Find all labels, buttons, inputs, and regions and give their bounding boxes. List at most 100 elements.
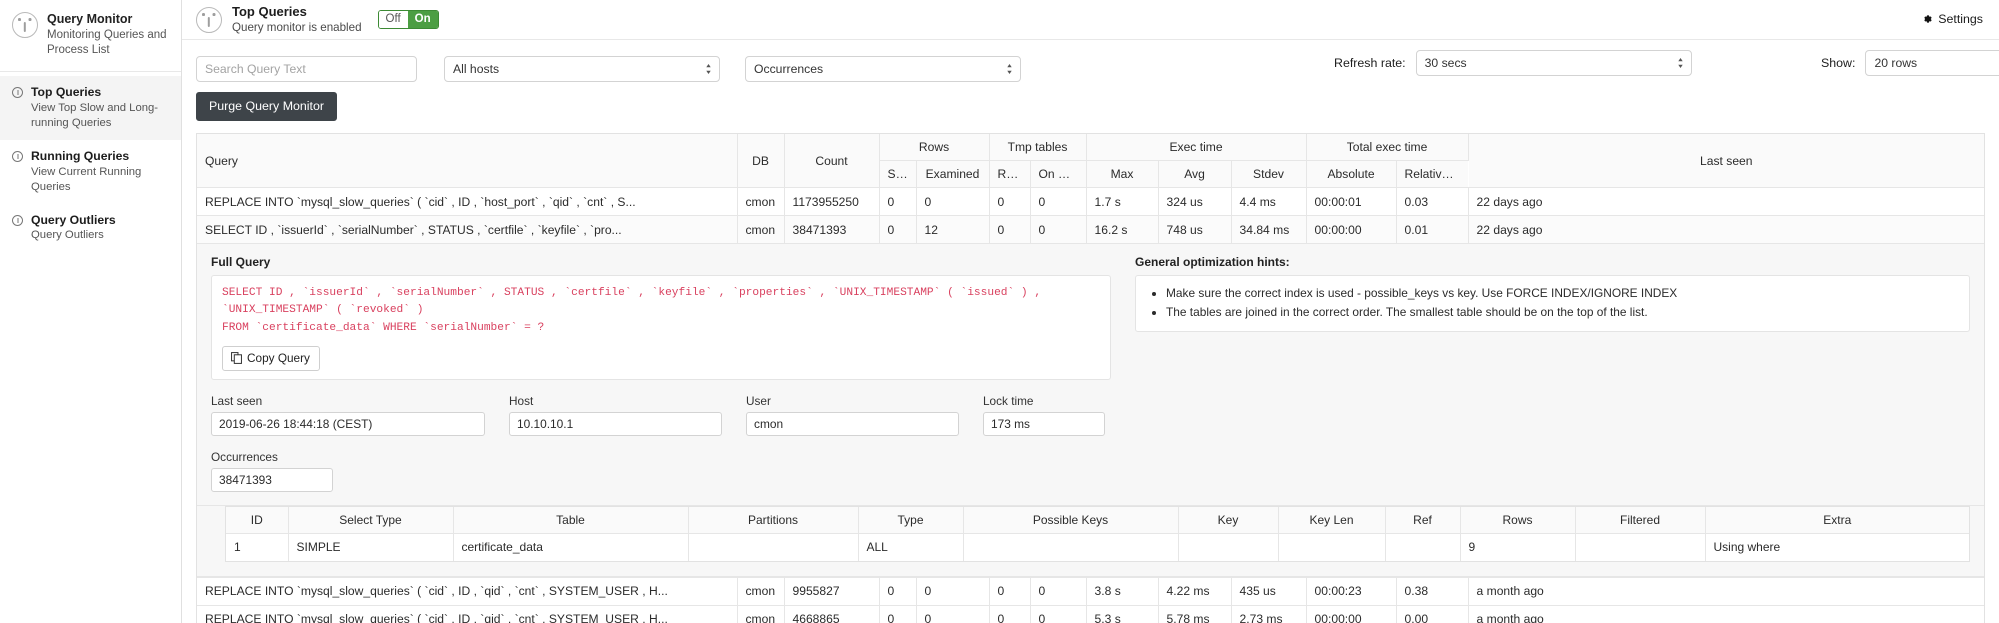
cell-on-disk: 0	[1030, 215, 1087, 244]
explain-col-filtered: Filtered	[1575, 507, 1706, 535]
lock-time-input[interactable]	[983, 412, 1105, 437]
host-filter-select[interactable]: All hosts	[444, 56, 720, 82]
col-tmp-on-disk[interactable]: On Disk	[1030, 160, 1087, 188]
copy-query-button[interactable]: Copy Query	[222, 346, 320, 372]
sort-by-select[interactable]: Occurrences	[745, 56, 1021, 82]
full-query-sql: SELECT ID , `issuerId` , `serialNumber` …	[222, 287, 1042, 334]
explain-cell-table: certificate_data	[453, 533, 689, 561]
table-row[interactable]: SELECT ID , `issuerId` , `serialNumber` …	[197, 215, 1984, 244]
explain-col-table: Table	[453, 507, 689, 535]
sidebar-item-query-outliers[interactable]: Query Outliers Query Outliers	[0, 204, 181, 253]
clock-icon	[12, 86, 23, 98]
query-table-wrapper: Query DB Count Rows Tmp tables Exec time…	[196, 133, 1985, 623]
cell-relative: 0.38	[1396, 577, 1469, 606]
col-query[interactable]: Query	[197, 134, 738, 188]
toggle-off-option[interactable]: Off	[378, 11, 408, 28]
explain-cell-extra: Using where	[1705, 533, 1969, 561]
field-last-seen-label: Last seen	[211, 394, 263, 409]
cell-ram: 0	[989, 187, 1031, 216]
col-rows-examined[interactable]: Examined	[916, 160, 990, 188]
cell-max: 1.7 s	[1086, 187, 1159, 216]
settings-button[interactable]: Settings	[1921, 12, 1983, 26]
cell-query: REPLACE INTO `mysql_slow_queries` ( `cid…	[197, 577, 738, 606]
field-lock-time-label: Lock time	[983, 394, 1034, 409]
explain-header-row: ID Select Type Table Partitions Type Pos…	[226, 507, 1969, 535]
full-query-box: SELECT ID , `issuerId` , `serialNumber` …	[211, 275, 1111, 381]
explain-col-possible-keys: Possible Keys	[963, 507, 1179, 535]
cell-last-seen: a month ago	[1468, 605, 1984, 623]
cell-count: 38471393	[784, 215, 880, 244]
table-row[interactable]: REPLACE INTO `mysql_slow_queries` ( `cid…	[197, 605, 1984, 623]
cell-absolute: 00:00:00	[1306, 215, 1397, 244]
field-occurrences-label: Occurrences	[211, 450, 278, 465]
col-total-relative[interactable]: Relative %	[1396, 160, 1469, 188]
explain-col-extra: Extra	[1705, 507, 1969, 535]
table-row[interactable]: REPLACE INTO `mysql_slow_queries` ( `cid…	[197, 577, 1984, 606]
sidebar: Query Monitor Monitoring Queries and Pro…	[0, 0, 182, 623]
explain-cell-possible-keys	[963, 533, 1179, 561]
col-rows-sent[interactable]: Sent	[879, 160, 917, 188]
explain-col-key: Key	[1178, 507, 1279, 535]
detail-fields-row: Last seen Host User	[211, 394, 1111, 437]
field-user: User	[746, 394, 959, 437]
host-filter-value: All hosts	[453, 62, 500, 76]
sidebar-header-title: Query Monitor	[47, 12, 133, 26]
cell-absolute: 00:00:01	[1306, 187, 1397, 216]
show-rows-label: Show:	[1821, 56, 1856, 70]
host-input[interactable]	[509, 412, 722, 437]
detail-row: Full Query SELECT ID , `issuerId` , `ser…	[197, 243, 1984, 578]
sidebar-item-running-queries[interactable]: Running Queries View Current Running Que…	[0, 140, 181, 204]
query-monitor-logo-icon	[12, 12, 38, 38]
cell-count: 1173955250	[784, 187, 880, 216]
cell-last-seen: 22 days ago	[1468, 187, 1984, 216]
toggle-on-option[interactable]: On	[407, 11, 438, 28]
optimization-hints-label: General optimization hints:	[1135, 255, 1290, 269]
cell-avg: 748 us	[1158, 215, 1232, 244]
refresh-rate-select[interactable]: 30 secs	[1415, 50, 1692, 76]
sort-by-value: Occurrences	[754, 62, 824, 76]
page-title: Top Queries	[232, 3, 307, 19]
sidebar-header-subtitle: Monitoring Queries and Process List	[47, 28, 167, 56]
cell-avg: 324 us	[1158, 187, 1232, 216]
field-occurrences: Occurrences	[211, 450, 1087, 493]
cell-sent: 0	[879, 215, 917, 244]
sidebar-item-top-queries[interactable]: Top Queries View Top Slow and Long-runni…	[0, 75, 181, 140]
hint-item: Make sure the correct index is used - po…	[1166, 284, 1957, 303]
filter-bar: All hosts Occurrences Refresh rate: 30 s…	[182, 40, 1999, 88]
col-exec-avg[interactable]: Avg	[1158, 160, 1232, 188]
cell-count: 9955827	[784, 577, 880, 606]
detail-right-column: General optimization hints: Make sure th…	[1111, 255, 1970, 492]
cell-examined: 0	[916, 187, 990, 216]
cell-query: REPLACE INTO `mysql_slow_queries` ( `cid…	[197, 187, 738, 216]
cell-avg: 4.22 ms	[1158, 577, 1232, 606]
col-db[interactable]: DB	[737, 134, 785, 188]
explain-col-partitions: Partitions	[688, 507, 859, 535]
purge-query-monitor-button[interactable]: Purge Query Monitor	[196, 92, 338, 121]
col-exec-max[interactable]: Max	[1086, 160, 1159, 188]
user-input[interactable]	[746, 412, 959, 437]
occurrences-input[interactable]	[211, 468, 333, 493]
query-table-body-bottom: REPLACE INTO `mysql_slow_queries` ( `cid…	[197, 577, 1984, 623]
chevron-updown-icon	[706, 64, 711, 74]
col-count[interactable]: Count	[784, 134, 880, 188]
col-tmp-ram[interactable]: RAM	[989, 160, 1031, 188]
table-row[interactable]: REPLACE INTO `mysql_slow_queries` ( `cid…	[197, 187, 1984, 216]
detail-left-column: Full Query SELECT ID , `issuerId` , `ser…	[211, 255, 1111, 493]
query-monitor-toggle[interactable]: Off On	[377, 10, 439, 29]
cell-stdev: 4.4 ms	[1231, 187, 1307, 216]
gear-icon	[1924, 15, 1932, 23]
last-seen-input[interactable]	[211, 412, 485, 437]
col-last-seen[interactable]: Last seen	[1468, 134, 1984, 188]
app-root: Query Monitor Monitoring Queries and Pro…	[0, 0, 1999, 623]
search-input[interactable]	[196, 56, 417, 82]
show-rows-select[interactable]: 20 rows	[1865, 50, 1999, 76]
chevron-updown-icon	[1007, 64, 1012, 74]
copy-query-label: Copy Query	[247, 351, 310, 366]
col-total-absolute[interactable]: Absolute	[1306, 160, 1397, 188]
explain-cell-select-type: SIMPLE	[288, 533, 454, 561]
col-exec-stdev[interactable]: Stdev	[1231, 160, 1307, 188]
cell-stdev: 2.73 ms	[1231, 605, 1307, 623]
cell-relative: 0.01	[1396, 215, 1469, 244]
sidebar-item-label: Running Queries	[31, 148, 130, 163]
cell-max: 5.3 s	[1086, 605, 1159, 623]
